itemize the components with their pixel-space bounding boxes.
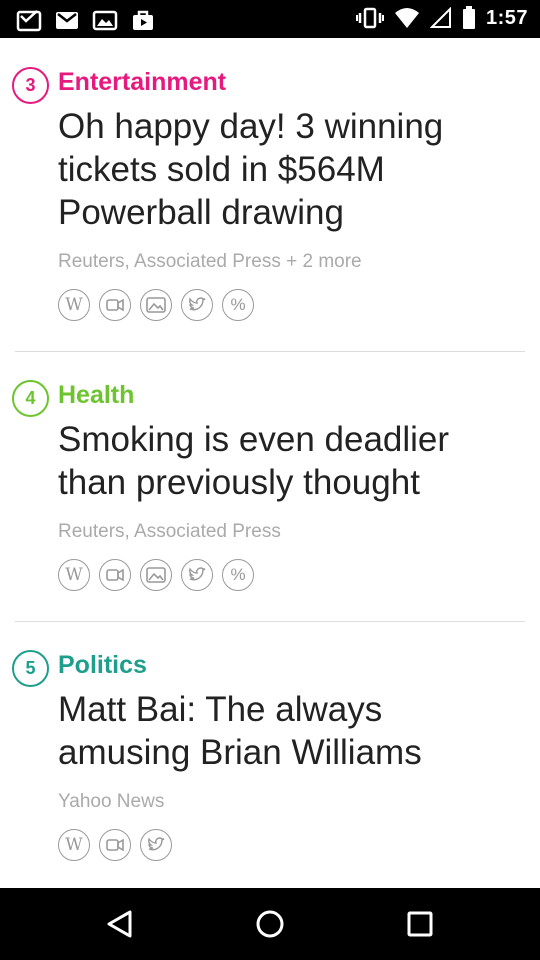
- twitter-icon[interactable]: [181, 289, 213, 321]
- wikipedia-icon[interactable]: W: [58, 559, 90, 591]
- story-headline[interactable]: Matt Bai: The always amusing Brian Willi…: [58, 688, 520, 774]
- back-icon: [107, 910, 132, 938]
- shopping-bag-icon: [133, 10, 153, 30]
- status-bar: 1:57: [0, 0, 540, 38]
- category-label[interactable]: Politics: [58, 649, 520, 681]
- story-item[interactable]: 5 Politics Matt Bai: The always amusing …: [0, 649, 540, 861]
- rank-number: 5: [25, 658, 36, 678]
- video-icon[interactable]: [99, 289, 131, 321]
- story-sources[interactable]: Yahoo News: [58, 790, 520, 814]
- clock: 1:57: [485, 6, 528, 29]
- category-label[interactable]: Health: [58, 379, 520, 411]
- story-feature-icons: W %: [58, 289, 520, 321]
- story-item[interactable]: 3 Entertainment Oh happy day! 3 winning …: [0, 66, 540, 321]
- vibrate-icon: [355, 7, 384, 29]
- video-icon[interactable]: [99, 559, 131, 591]
- home-button[interactable]: [230, 888, 310, 960]
- rank-number: 3: [25, 75, 36, 95]
- photo-icon[interactable]: [140, 559, 172, 591]
- percent-icon[interactable]: %: [222, 559, 254, 591]
- story-sources[interactable]: Reuters, Associated Press: [58, 520, 520, 544]
- navigation-bar: [0, 888, 540, 960]
- inbox-icon: [16, 10, 42, 32]
- rank-number: 4: [25, 388, 36, 408]
- story-sources[interactable]: Reuters, Associated Press + 2 more: [58, 250, 520, 274]
- story-headline[interactable]: Oh happy day! 3 winning tickets sold in …: [58, 105, 520, 234]
- signal-icon: [429, 7, 451, 28]
- story-list[interactable]: 3 Entertainment Oh happy day! 3 winning …: [0, 38, 540, 888]
- twitter-icon[interactable]: [140, 829, 172, 861]
- back-button[interactable]: [80, 888, 160, 960]
- category-label[interactable]: Entertainment: [58, 66, 520, 98]
- photo-icon[interactable]: [140, 289, 172, 321]
- recents-icon: [407, 911, 433, 937]
- rank-badge: 5: [12, 650, 49, 687]
- gallery-icon: [92, 10, 118, 31]
- home-icon: [256, 910, 284, 938]
- battery-icon: [462, 6, 475, 29]
- gmail-icon: [56, 12, 78, 29]
- rank-badge: 4: [12, 380, 49, 417]
- story-feature-icons: W %: [58, 559, 520, 591]
- divider: [15, 621, 525, 622]
- notification-icons: [16, 8, 156, 32]
- story-headline[interactable]: Smoking is even deadlier than previously…: [58, 418, 520, 504]
- story-item[interactable]: 4 Health Smoking is even deadlier than p…: [0, 379, 540, 591]
- percent-icon[interactable]: %: [222, 289, 254, 321]
- video-icon[interactable]: [99, 829, 131, 861]
- twitter-icon[interactable]: [181, 559, 213, 591]
- rank-badge: 3: [12, 67, 49, 104]
- system-status: 1:57: [355, 6, 528, 30]
- recents-button[interactable]: [380, 888, 460, 960]
- wifi-icon: [394, 8, 419, 28]
- wikipedia-icon[interactable]: W: [58, 829, 90, 861]
- story-feature-icons: W: [58, 829, 520, 861]
- wikipedia-icon[interactable]: W: [58, 289, 90, 321]
- divider: [15, 351, 525, 352]
